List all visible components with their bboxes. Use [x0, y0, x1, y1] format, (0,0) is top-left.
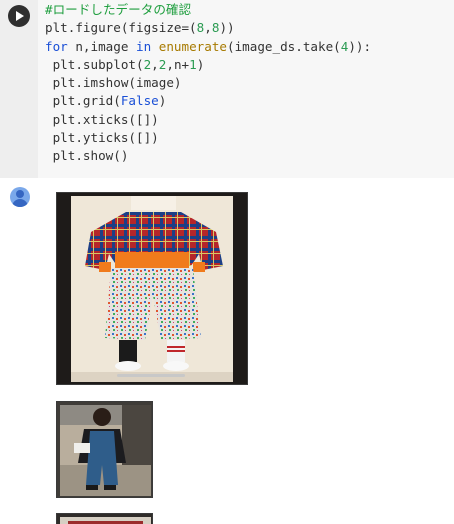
code-token: in — [136, 38, 152, 54]
code-token: plt.xticks([]) — [45, 111, 159, 127]
output-gutter — [0, 178, 38, 524]
code-line[interactable]: plt.show() — [45, 147, 371, 165]
code-line[interactable]: plt.yticks([]) — [45, 129, 371, 147]
code-token: enumerate — [158, 38, 228, 54]
output-image-3 — [56, 513, 153, 524]
code-line[interactable]: plt.subplot(2,2,n+1) — [45, 56, 371, 74]
code-line[interactable]: plt.xticks([]) — [45, 111, 371, 129]
code-token: (image_ds.take( — [227, 38, 341, 54]
code-line[interactable]: plt.imshow(image) — [45, 74, 371, 92]
code-token: plt.imshow(image) — [45, 75, 182, 91]
code-cell[interactable]: #ロードしたデータの確認 plt.figure(figsize=(8,8)) for… — [0, 0, 454, 178]
code-line[interactable]: plt.grid(False) — [45, 92, 371, 110]
code-token: False — [120, 93, 159, 109]
run-cell-button[interactable] — [8, 5, 30, 27]
code-line[interactable]: #ロードしたデータの確認 — [45, 1, 371, 19]
code-token: 1 — [189, 56, 197, 72]
code-token: plt.grid( — [45, 93, 121, 109]
photo-background — [71, 196, 233, 382]
code-line[interactable]: for n,image in enumerate(image_ds.take(4… — [45, 38, 371, 56]
code-token: ) — [158, 93, 167, 109]
code-token: , — [151, 56, 159, 72]
code-token: )): — [348, 38, 372, 54]
code-token: ,n+ — [166, 56, 190, 72]
code-token: n,image — [67, 38, 136, 54]
code-token: for — [45, 38, 68, 54]
code-line[interactable]: plt.figure(figsize=(8,8)) — [45, 19, 371, 37]
outfit-photo-2 — [60, 405, 151, 496]
code-token: plt.figure(figsize=( — [45, 20, 197, 36]
photo-background — [60, 517, 151, 524]
output-image-2 — [56, 401, 153, 498]
cell-gutter — [0, 0, 38, 178]
outfit-photo-3 — [60, 517, 151, 524]
notebook-page: #ロードしたデータの確認 plt.figure(figsize=(8,8)) for… — [0, 0, 454, 524]
photo-background — [60, 405, 151, 496]
code-token: #ロードしたデータの確認 — [45, 2, 192, 17]
user-avatar-icon — [10, 187, 30, 207]
play-icon — [16, 11, 24, 21]
outfit-photo-1 — [71, 196, 233, 382]
code-token: )) — [219, 20, 235, 36]
output-image-1 — [56, 192, 248, 385]
code-token: , — [204, 20, 212, 36]
code-token: ) — [196, 56, 205, 72]
code-token: plt.yticks([]) — [45, 130, 159, 146]
code-token: plt.subplot( — [45, 56, 144, 72]
photo-scrollbar — [117, 374, 185, 377]
code-token: plt.show() — [45, 148, 129, 164]
code-editor[interactable]: #ロードしたデータの確認 plt.figure(figsize=(8,8)) for… — [45, 1, 371, 166]
